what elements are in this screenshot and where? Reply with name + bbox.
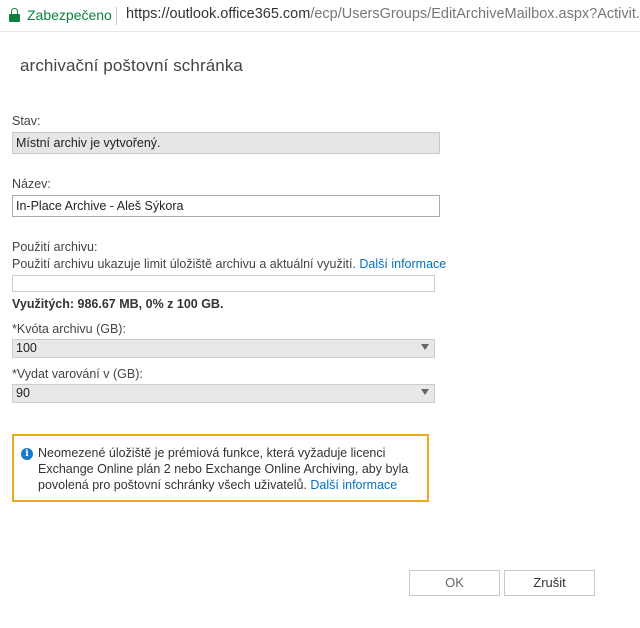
quota-value: 100 — [16, 341, 37, 355]
address-bar[interactable]: Zabezpečeno https://outlook.office365.co… — [0, 0, 640, 32]
info-box: i Neomezené úložiště je prémiová funkce,… — [12, 434, 429, 502]
info-more-info-link[interactable]: Další informace — [310, 478, 397, 492]
quota-label: *Kvóta archivu (GB): — [12, 322, 126, 336]
secure-label[interactable]: Zabezpečeno — [27, 7, 112, 23]
usage-more-info-link[interactable]: Další informace — [359, 257, 446, 271]
url-text[interactable]: https://outlook.office365.com/ecp/UsersG… — [126, 6, 640, 22]
lock-icon[interactable] — [9, 8, 20, 22]
cancel-button[interactable]: Zrušit — [504, 570, 595, 596]
name-field[interactable]: In-Place Archive - Aleš Sýkora — [12, 195, 440, 217]
warning-select[interactable]: 90 — [12, 384, 435, 403]
status-label: Stav: — [12, 114, 41, 128]
info-text: Neomezené úložiště je prémiová funkce, k… — [38, 445, 423, 493]
dialog-title: archivační poštovní schránka — [20, 56, 243, 75]
info-icon: i — [21, 448, 33, 460]
chevron-down-icon — [421, 344, 429, 350]
quota-select[interactable]: 100 — [12, 339, 435, 358]
usage-description-text: Použití archivu ukazuje limit úložiště a… — [12, 257, 356, 271]
status-field: Místní archiv je vytvořený. — [12, 132, 440, 154]
ok-button[interactable]: OK — [409, 570, 500, 596]
usage-description: Použití archivu ukazuje limit úložiště a… — [12, 257, 446, 271]
name-label: Název: — [12, 177, 51, 191]
usage-label: Použití archivu: — [12, 240, 98, 254]
warning-label: *Vydat varování v (GB): — [12, 367, 143, 381]
warning-value: 90 — [16, 386, 30, 400]
url-path: /ecp/UsersGroups/EditArchiveMailbox.aspx… — [310, 6, 640, 22]
chevron-down-icon — [421, 389, 429, 395]
url-host: https://outlook.office365.com — [126, 6, 311, 22]
usage-progress-bar — [12, 275, 435, 292]
address-separator — [116, 7, 117, 25]
usage-summary: Využitých: 986.67 MB, 0% z 100 GB. — [12, 297, 224, 311]
